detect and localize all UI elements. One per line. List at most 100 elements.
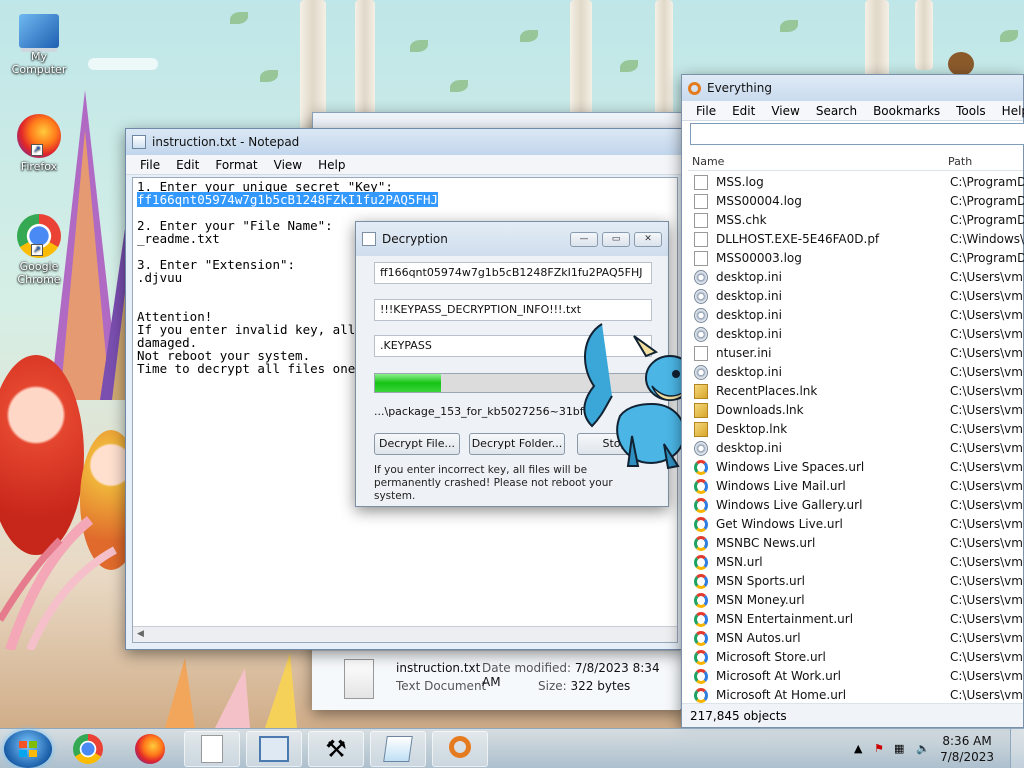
result-name: Microsoft Store.url	[716, 650, 826, 664]
result-row[interactable]: MSN Sports.url C:\Users\vm1\	[688, 572, 1024, 591]
firefox-icon: ↗	[17, 114, 61, 158]
menu-edit[interactable]: Edit	[724, 104, 763, 118]
taskbar-tool[interactable]: ⚒	[308, 731, 364, 767]
result-row[interactable]: desktop.ini C:\Users\vm1\	[688, 325, 1024, 344]
file-details-pane: instruction.txt Text Document Date modif…	[312, 650, 680, 710]
desktop-icon-my-computer[interactable]: My Computer	[4, 10, 74, 76]
result-row[interactable]: Microsoft Store.url C:\Users\vm1\	[688, 648, 1024, 667]
taskbar-chrome[interactable]	[60, 731, 116, 767]
menu-help[interactable]: Help	[994, 104, 1024, 118]
decryption-titlebar[interactable]: Decryption — ▭ ✕	[356, 222, 668, 256]
url-shortcut-icon	[694, 479, 708, 494]
menu-file[interactable]: File	[688, 104, 724, 118]
result-row[interactable]: MSS.log C:\ProgramDa	[688, 173, 1024, 192]
result-name: desktop.ini	[716, 441, 782, 455]
result-row[interactable]: MSNBC News.url C:\Users\vm1\	[688, 534, 1024, 553]
result-row[interactable]: MSN.url C:\Users\vm1\	[688, 553, 1024, 572]
notepad-titlebar[interactable]: instruction.txt - Notepad	[126, 129, 684, 155]
result-row[interactable]: desktop.ini C:\Users\vm1\	[688, 363, 1024, 382]
notepad-icon	[132, 135, 146, 149]
notepad-title: instruction.txt - Notepad	[152, 135, 300, 149]
minimize-button[interactable]: —	[570, 231, 598, 247]
file-icon	[694, 232, 708, 247]
result-path: C:\Users\vm1\	[950, 498, 1024, 512]
volume-muted-icon[interactable]: 🔈	[916, 742, 930, 756]
result-row[interactable]: Microsoft At Work.url C:\Users\vm1\	[688, 667, 1024, 686]
taskbar-notepad[interactable]	[370, 731, 426, 767]
key-input[interactable]: ff166qnt05974w7g1b5cB1248FZkI1fu2PAQ5FHJ	[374, 262, 652, 284]
result-row[interactable]: Windows Live Spaces.url C:\Users\vm1\	[688, 458, 1024, 477]
taskbar-decryptor[interactable]	[246, 731, 302, 767]
column-path[interactable]: Path	[948, 155, 972, 168]
close-button[interactable]: ✕	[634, 231, 662, 247]
result-row[interactable]: RecentPlaces.lnk C:\Users\vm1\	[688, 382, 1024, 401]
taskbar-firefox[interactable]	[122, 731, 178, 767]
result-row[interactable]: ntuser.ini C:\Users\vm1	[688, 344, 1024, 363]
settings-file-icon	[694, 270, 708, 285]
desktop-icon-label: Firefox	[20, 160, 58, 173]
result-row[interactable]: desktop.ini C:\Users\vm1\	[688, 268, 1024, 287]
result-row[interactable]: desktop.ini C:\Users\vm1\	[688, 287, 1024, 306]
result-row[interactable]: Get Windows Live.url C:\Users\vm1\	[688, 515, 1024, 534]
result-row[interactable]: Windows Live Mail.url C:\Users\vm1\	[688, 477, 1024, 496]
clock[interactable]: 8:36 AM 7/8/2023	[940, 733, 994, 765]
menu-tools[interactable]: Tools	[948, 104, 994, 118]
menu-view[interactable]: View	[763, 104, 807, 118]
app-icon	[362, 232, 376, 246]
url-shortcut-icon	[694, 536, 708, 551]
result-row[interactable]: MSN Autos.url C:\Users\vm1\	[688, 629, 1024, 648]
result-row[interactable]: MSN Money.url C:\Users\vm1\	[688, 591, 1024, 610]
menu-view[interactable]: View	[266, 158, 310, 172]
maximize-button[interactable]: ▭	[602, 231, 630, 247]
show-hidden-icons-icon[interactable]: ▲	[854, 742, 868, 756]
url-shortcut-icon	[694, 650, 708, 665]
results-list: MSS.log C:\ProgramDa MSS00004.log C:\Progra…	[688, 173, 1024, 705]
result-row[interactable]: MSN Entertainment.url C:\Users\vm1\	[688, 610, 1024, 629]
everything-window[interactable]: Everything File Edit View Search Bookmar…	[681, 74, 1024, 728]
result-row[interactable]: Windows Live Gallery.url C:\Users\vm1\	[688, 496, 1024, 515]
flag-warning-icon[interactable]: ⚑	[874, 742, 888, 756]
result-row[interactable]: Downloads.lnk C:\Users\vm1\	[688, 401, 1024, 420]
app-window-icon	[259, 736, 289, 762]
menu-bookmarks[interactable]: Bookmarks	[865, 104, 948, 118]
desktop-icon-google-chrome[interactable]: ↗ Google Chrome	[4, 214, 74, 286]
result-path: C:\Users\vm1\	[950, 612, 1024, 626]
network-icon[interactable]: ▦	[894, 742, 908, 756]
search-input[interactable]	[690, 123, 1024, 145]
menu-help[interactable]: Help	[310, 158, 353, 172]
result-path: C:\Users\vm1\	[950, 422, 1024, 436]
scroll-left-icon[interactable]: ◀	[137, 629, 144, 639]
menu-search[interactable]: Search	[808, 104, 865, 118]
column-name[interactable]: Name	[692, 155, 724, 168]
menu-edit[interactable]: Edit	[168, 158, 207, 172]
taskbar-explorer[interactable]	[184, 731, 240, 767]
horizontal-scrollbar[interactable]: ◀	[133, 626, 677, 642]
result-name: Microsoft At Home.url	[716, 688, 847, 702]
decrypt-file-button[interactable]: Decrypt File...	[374, 433, 460, 455]
result-path: C:\Users\vm1\	[950, 517, 1024, 531]
result-row[interactable]: desktop.ini C:\Users\vm1\	[688, 439, 1024, 458]
result-row[interactable]: DLLHOST.EXE-5E46FA0D.pf C:\Windows\P	[688, 230, 1024, 249]
result-row[interactable]: desktop.ini C:\Users\vm1\	[688, 306, 1024, 325]
decrypt-folder-button[interactable]: Decrypt Folder...	[469, 433, 565, 455]
result-row[interactable]: MSS.chk C:\ProgramDa	[688, 211, 1024, 230]
result-path: C:\Users\vm1\	[950, 669, 1024, 683]
details-file-name: instruction.txt	[396, 661, 481, 675]
shortcut-arrow-icon: ↗	[31, 144, 43, 156]
result-row[interactable]: MSS00004.log C:\ProgramDa	[688, 192, 1024, 211]
show-desktop-button[interactable]	[1010, 729, 1024, 768]
everything-titlebar[interactable]: Everything	[682, 75, 1023, 101]
result-path: C:\Windows\P	[950, 232, 1024, 246]
menu-file[interactable]: File	[132, 158, 168, 172]
details-modified-label: Date modified:	[482, 661, 572, 675]
start-button[interactable]	[4, 730, 52, 768]
result-name: Downloads.lnk	[716, 403, 804, 417]
desktop-icon-firefox[interactable]: ↗ Firefox	[4, 114, 74, 173]
magnifier-icon	[688, 81, 701, 95]
result-row[interactable]: Desktop.lnk C:\Users\vm1\	[688, 420, 1024, 439]
menu-format[interactable]: Format	[207, 158, 265, 172]
result-name: desktop.ini	[716, 308, 782, 322]
result-row[interactable]: MSS00003.log C:\ProgramDa	[688, 249, 1024, 268]
taskbar-everything[interactable]	[432, 731, 488, 767]
result-name: desktop.ini	[716, 270, 782, 284]
